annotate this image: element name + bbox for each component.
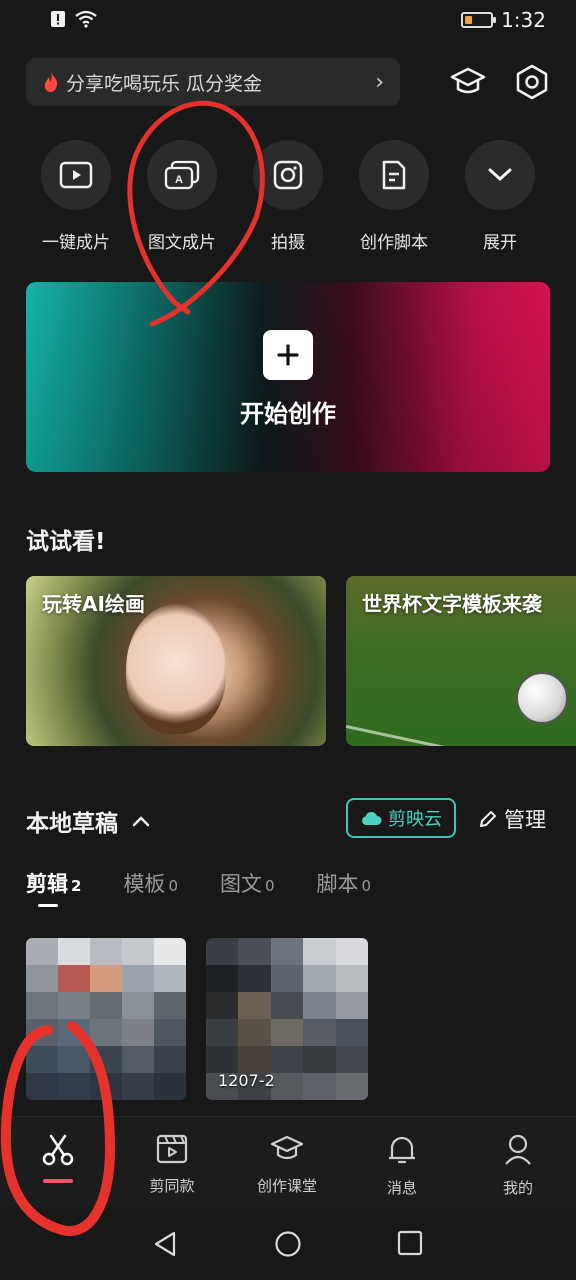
tab-script[interactable]: 脚本 0 [317, 868, 372, 898]
local-drafts-header[interactable]: 本地草稿 [26, 804, 150, 838]
action-shoot[interactable]: 拍摄 [235, 140, 341, 253]
wifi-icon [75, 10, 97, 28]
tab-image-text[interactable]: 图文 0 [220, 868, 275, 898]
try-section-title: 试试看! [26, 529, 106, 555]
tab-template[interactable]: 模板 0 [123, 868, 178, 898]
nav-profile[interactable]: 我的 [468, 1133, 568, 1198]
action-script[interactable]: 创作脚本 [341, 140, 447, 253]
nav-edit[interactable] [8, 1133, 108, 1183]
chevron-up-icon [132, 816, 150, 827]
clapperboard-icon [156, 1134, 188, 1164]
start-creation-label: 开始创作 [240, 400, 336, 428]
back-icon[interactable] [152, 1230, 178, 1258]
clock: 1:32 [501, 8, 546, 32]
graduation-cap-icon[interactable] [448, 62, 488, 102]
start-creation-card[interactable]: 开始创作 [26, 282, 550, 472]
action-image-text-video[interactable]: A 图文成片 [129, 140, 235, 253]
play-icon [59, 161, 93, 189]
fire-icon [44, 72, 58, 92]
ai-painting-card[interactable]: 玩转AI绘画 [26, 576, 326, 746]
svg-text:A: A [175, 174, 183, 186]
home-icon[interactable] [274, 1230, 302, 1258]
chevron-right-icon: › [375, 69, 384, 95]
settings-icon[interactable] [512, 62, 552, 102]
chevron-down-icon [488, 168, 512, 181]
world-cup-template-card[interactable]: 世界杯文字模板来袭 [346, 576, 576, 746]
image-text-icon: A [164, 160, 200, 190]
script-icon [382, 160, 406, 190]
draft-thumbnail[interactable]: 1207-2 [206, 938, 368, 1100]
manage-button[interactable]: 管理 [478, 804, 546, 834]
cloud-icon [362, 811, 382, 825]
alert-icon [51, 11, 65, 27]
draft-tabs: 剪辑 2 模板 0 图文 0 脚本 0 [26, 868, 372, 907]
promo-banner[interactable]: 分享吃喝玩乐 瓜分奖金 › [26, 58, 400, 106]
local-drafts-title: 本地草稿 [26, 811, 118, 837]
status-bar: 1:32 [0, 0, 576, 44]
portrait-image [126, 604, 226, 734]
camera-icon [273, 160, 303, 190]
nav-messages[interactable]: 消息 [352, 1133, 452, 1198]
user-icon [505, 1134, 531, 1165]
quick-actions: 一键成片 A 图文成片 拍摄 创作脚本 展开 [0, 140, 576, 260]
scissors-icon [42, 1134, 74, 1166]
tab-edit[interactable]: 剪辑 2 [26, 868, 81, 907]
cloud-button[interactable]: 剪映云 [346, 798, 456, 838]
action-expand[interactable]: 展开 [447, 140, 553, 253]
edit-icon [480, 811, 496, 827]
graduation-cap-icon [270, 1135, 304, 1160]
promo-text: 分享吃喝玩乐 瓜分奖金 [66, 72, 263, 95]
action-one-click-video[interactable]: 一键成片 [23, 140, 129, 253]
nav-same-style[interactable]: 剪同款 [122, 1133, 222, 1196]
draft-name: 1207-2 [218, 1071, 275, 1090]
bell-icon [389, 1136, 415, 1164]
recents-icon[interactable] [397, 1230, 423, 1256]
battery-icon [461, 12, 497, 28]
active-indicator [43, 1179, 73, 1183]
nav-creator-class[interactable]: 创作课堂 [237, 1133, 337, 1196]
plus-icon [263, 330, 313, 380]
field-line [346, 725, 576, 746]
bottom-navigation: 剪同款 创作课堂 消息 我的 [0, 1116, 576, 1208]
system-navigation-bar [0, 1208, 576, 1280]
blurred-thumbnail-image [26, 938, 186, 1100]
draft-thumbnail[interactable] [26, 938, 186, 1100]
soccer-ball-image [516, 672, 568, 724]
